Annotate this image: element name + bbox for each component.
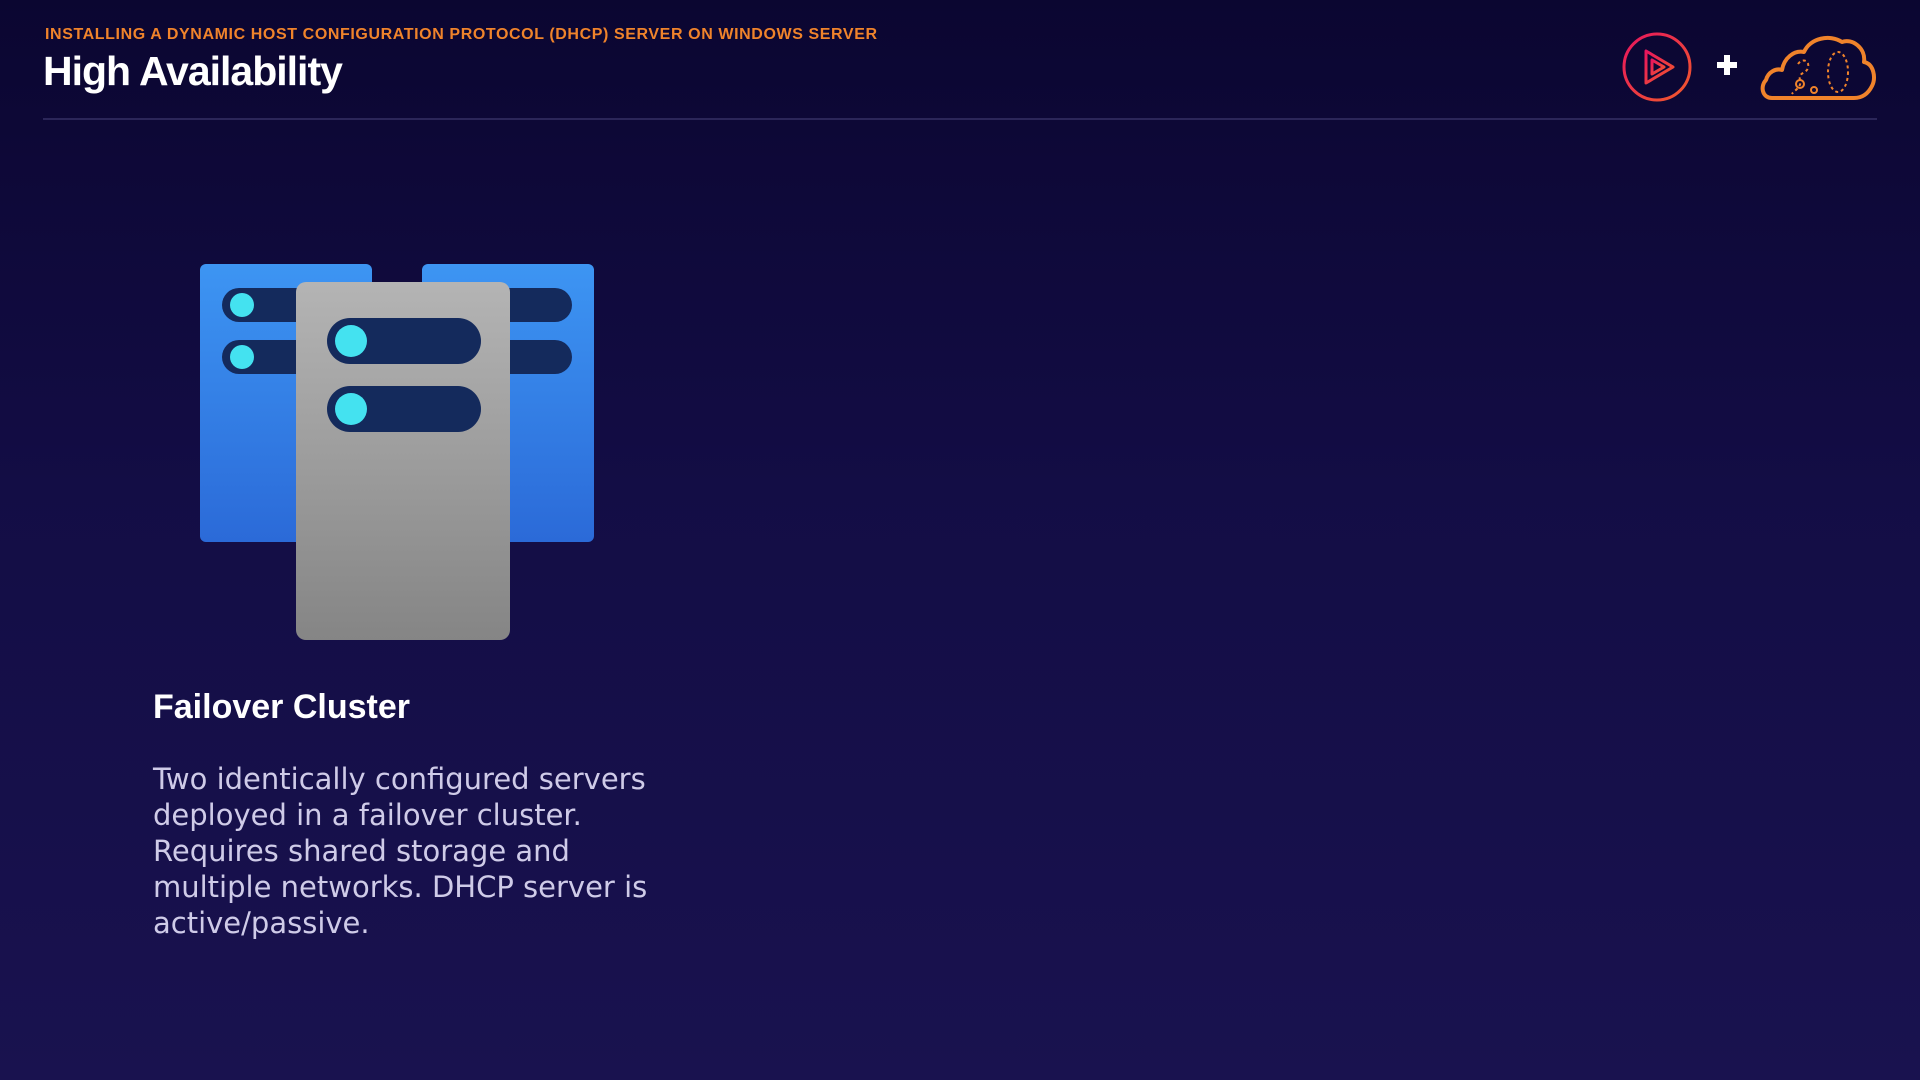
page-title: High Availability — [43, 48, 343, 94]
cloud-icon — [1760, 35, 1876, 100]
server-cluster-icon — [200, 264, 594, 640]
header-divider — [43, 118, 1877, 120]
pluralsight-play-icon — [1622, 32, 1692, 102]
card-title: Failover Cluster — [153, 688, 410, 726]
card-description: Two identically configured servers deplo… — [153, 762, 648, 940]
header-eyebrow: INSTALLING A DYNAMIC HOST CONFIGURATION … — [45, 26, 878, 43]
plus-icon — [1717, 55, 1737, 75]
